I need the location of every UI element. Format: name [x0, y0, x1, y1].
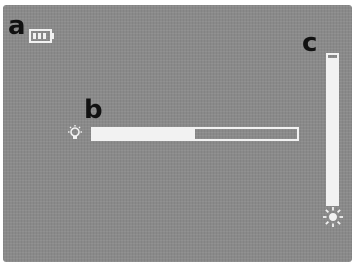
brightness-slider[interactable]	[326, 53, 339, 206]
sun-icon	[323, 207, 343, 227]
callout-label-c: c	[302, 28, 318, 58]
brightness-slider-fill	[328, 57, 337, 204]
bulb-icon	[68, 125, 82, 139]
backlight-slider[interactable]	[91, 127, 299, 141]
battery-icon	[29, 29, 54, 43]
display-frame: a b c	[0, 0, 357, 267]
callout-label-a: a	[8, 11, 26, 41]
backlight-slider-fill	[93, 129, 195, 139]
callout-label-b: b	[84, 95, 103, 125]
